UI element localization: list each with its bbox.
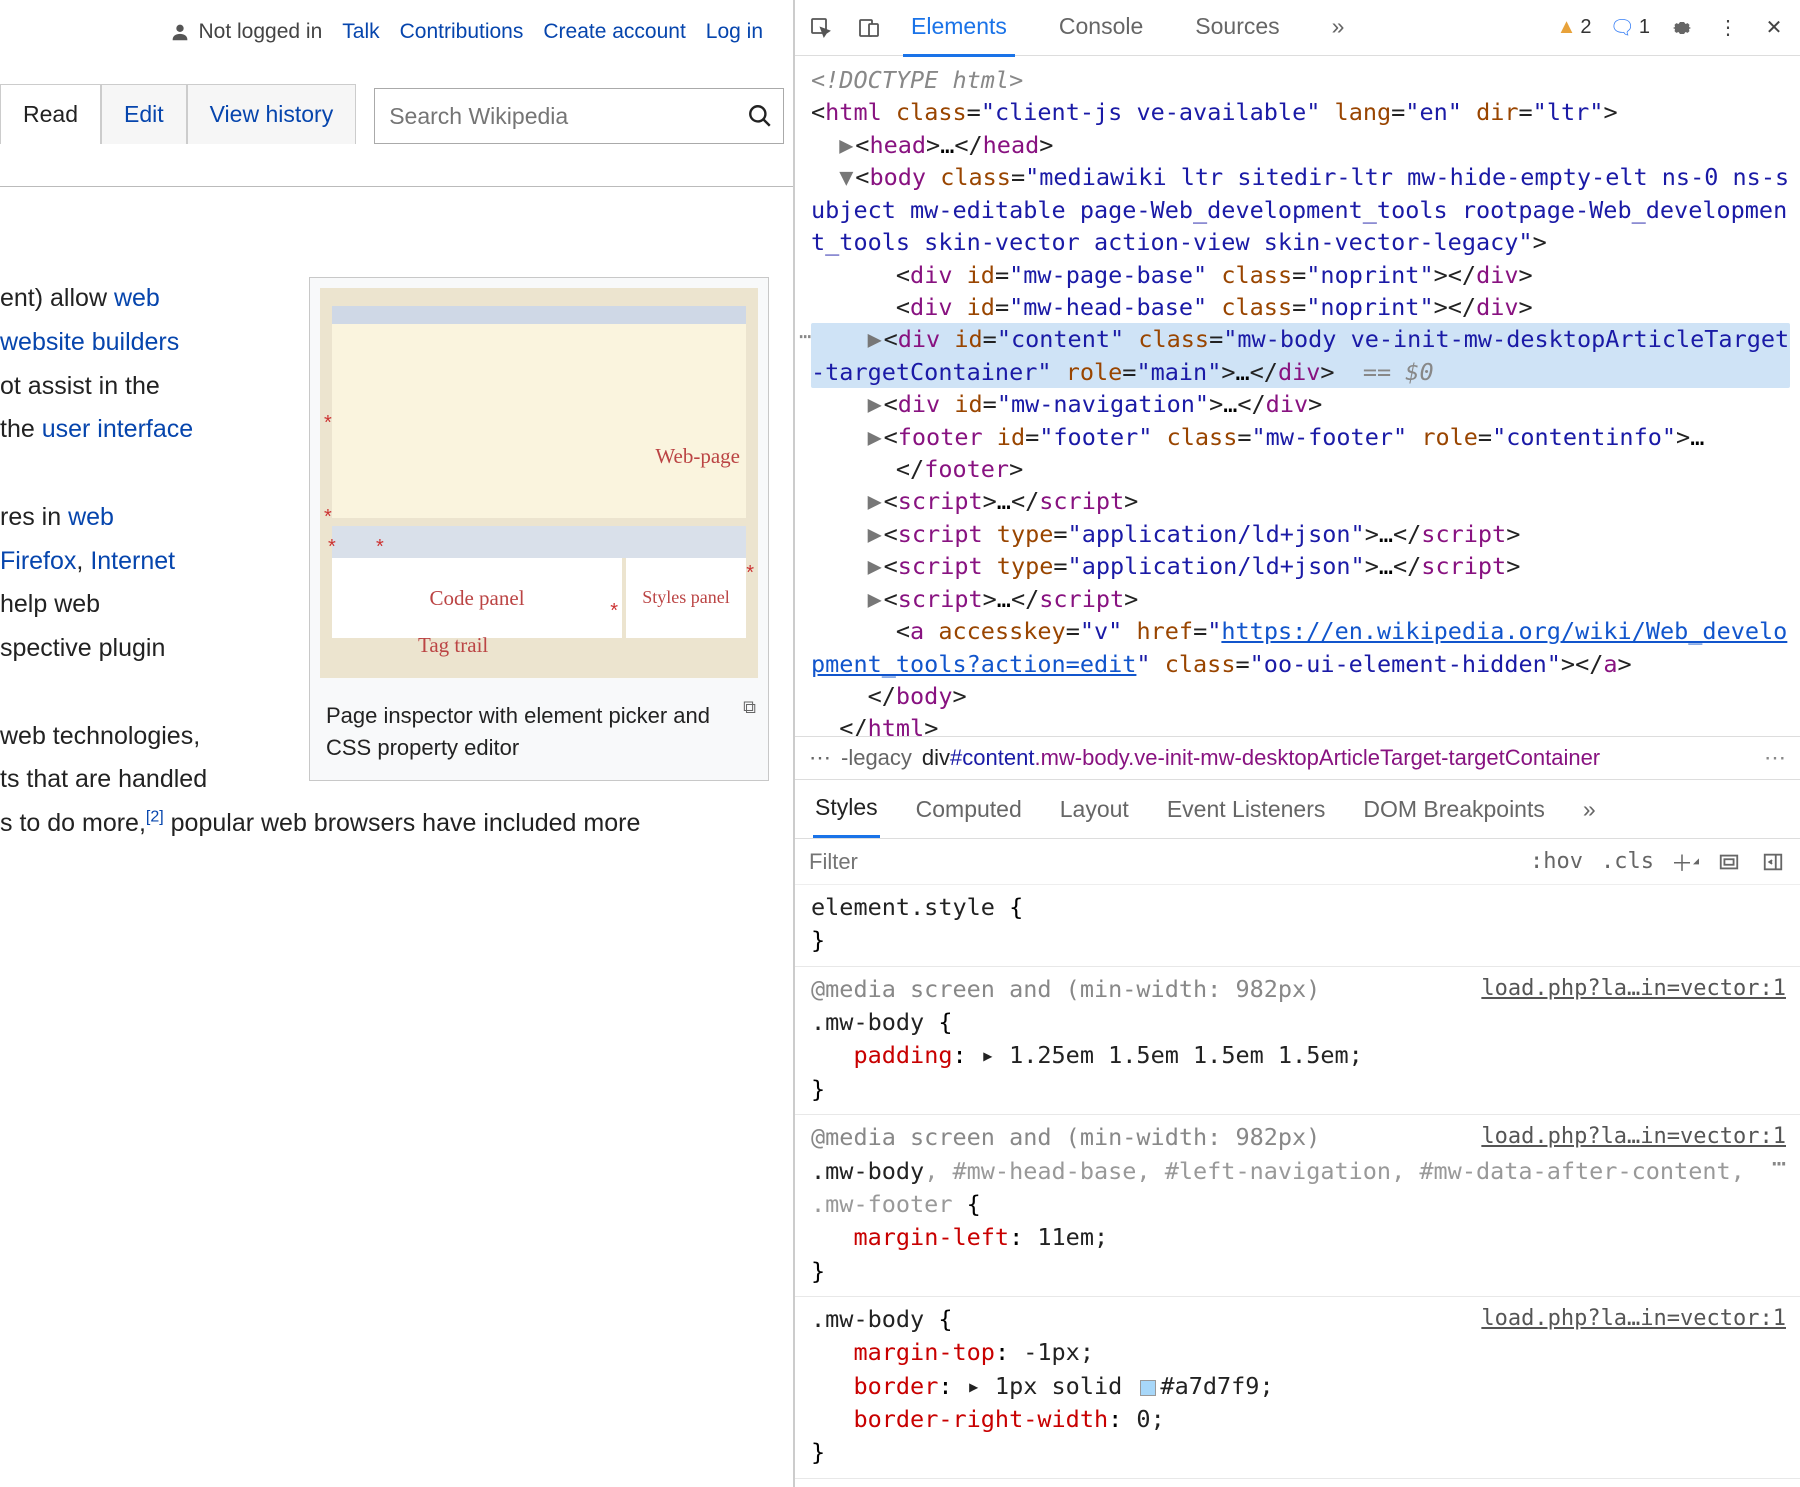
color-swatch[interactable] xyxy=(1140,1380,1156,1396)
create-account-link[interactable]: Create account xyxy=(543,20,685,44)
issues-badge[interactable]: 🗨1 xyxy=(1609,15,1650,40)
breadcrumb[interactable]: ⋯ -legacy div#content.mw-body.ve-init-mw… xyxy=(795,736,1800,780)
fig-label-webpage: Web-page xyxy=(655,438,740,475)
styles-tabs-overflow-icon[interactable]: » xyxy=(1581,782,1598,837)
tab-sources[interactable]: Sources xyxy=(1187,0,1287,57)
rule-more-icon[interactable]: ⋯ xyxy=(1772,1147,1786,1180)
crumbs-more-icon[interactable]: ⋯ xyxy=(1764,745,1786,771)
fig-label-code: Code panel xyxy=(429,580,524,617)
device-icon[interactable] xyxy=(855,14,883,42)
not-logged-in: Not logged in xyxy=(169,20,323,44)
crumbs-overflow-icon[interactable]: ⋯ xyxy=(809,745,831,771)
citation-ref[interactable]: [2] xyxy=(146,809,164,826)
tab-read[interactable]: Read xyxy=(0,84,101,144)
close-icon[interactable]: ✕ xyxy=(1760,14,1788,42)
contributions-link[interactable]: Contributions xyxy=(400,20,524,44)
menu-icon[interactable]: ⋮ xyxy=(1714,14,1742,42)
settings-icon[interactable] xyxy=(1668,14,1696,42)
selected-dom-node[interactable]: ⋯ ▶<div id="content" class="mw-body ve-i… xyxy=(811,323,1790,388)
talk-link[interactable]: Talk xyxy=(342,20,379,44)
devtools-toolbar: Elements Console Sources » ▲2 🗨1 ⋮ ✕ xyxy=(795,0,1800,56)
hov-toggle[interactable]: :hov xyxy=(1530,849,1583,874)
source-link[interactable]: load.php?la…in=vector:1 xyxy=(1481,973,1786,1004)
tabs-overflow-icon[interactable]: » xyxy=(1324,0,1353,57)
user-icon xyxy=(169,21,191,43)
devtools-tabs: Elements Console Sources » xyxy=(903,0,1537,57)
styles-filter-row: :hov .cls ＋◢ xyxy=(795,839,1800,885)
link-internet[interactable]: Internet xyxy=(90,547,175,575)
dom-tree[interactable]: <!DOCTYPE html> <html class="client-js v… xyxy=(795,56,1800,736)
computed-toggle-icon[interactable] xyxy=(1716,849,1742,875)
more-actions-icon[interactable]: ⋯ xyxy=(799,323,811,351)
css-rules[interactable]: element.style {}load.php?la…in=vector:1@… xyxy=(795,885,1800,1487)
thumbnail-caption: ⧉ Page inspector with element picker and… xyxy=(310,688,768,780)
cls-toggle[interactable]: .cls xyxy=(1601,849,1654,874)
link-user-interface[interactable]: user interface xyxy=(42,415,193,443)
tab-elements[interactable]: Elements xyxy=(903,0,1015,57)
new-rule-icon[interactable]: ＋◢ xyxy=(1672,849,1698,875)
expand-icon[interactable]: ⧉ xyxy=(743,694,756,720)
wikipedia-page: Not logged in Talk Contributions Create … xyxy=(0,0,795,1487)
thumbnail-image[interactable]: Web-page Code panel Styles panel Tag tra… xyxy=(320,288,758,678)
tab-event-listeners[interactable]: Event Listeners xyxy=(1165,782,1328,837)
not-logged-label: Not logged in xyxy=(199,20,323,44)
inspect-icon[interactable] xyxy=(807,14,835,42)
tab-edit[interactable]: Edit xyxy=(101,84,187,144)
link-firefox[interactable]: Firefox xyxy=(0,547,76,575)
search-icon[interactable] xyxy=(737,93,783,139)
fig-label-styles: Styles panel xyxy=(642,582,730,614)
article-body: Web-page Code panel Styles panel Tag tra… xyxy=(0,187,793,846)
tab-layout[interactable]: Layout xyxy=(1058,782,1131,837)
styles-filter-input[interactable] xyxy=(795,849,1516,875)
source-link[interactable]: load.php?la…in=vector:1 xyxy=(1481,1121,1786,1152)
source-link[interactable]: load.php?la…in=vector:1 xyxy=(1481,1303,1786,1334)
tab-history[interactable]: View history xyxy=(187,84,357,144)
devtools-panel: Elements Console Sources » ▲2 🗨1 ⋮ ✕ <!D… xyxy=(795,0,1800,1487)
tab-console[interactable]: Console xyxy=(1051,0,1151,57)
login-link[interactable]: Log in xyxy=(706,20,763,44)
link-web[interactable]: web xyxy=(114,284,160,312)
sidebar-toggle-icon[interactable] xyxy=(1760,849,1786,875)
warnings-badge[interactable]: ▲2 xyxy=(1557,16,1592,39)
search-input[interactable] xyxy=(375,103,737,130)
search-box xyxy=(374,88,784,144)
personal-tools: Not logged in Talk Contributions Create … xyxy=(0,0,793,54)
tab-dom-breakpoints[interactable]: DOM Breakpoints xyxy=(1361,782,1547,837)
link-web2[interactable]: web xyxy=(68,503,114,531)
tab-styles[interactable]: Styles xyxy=(813,780,880,838)
fig-label-tag: Tag trail xyxy=(418,627,488,664)
page-tabs: Read Edit View history xyxy=(0,54,793,144)
link-website-builders[interactable]: website builders xyxy=(0,328,179,356)
thumbnail-figure: Web-page Code panel Styles panel Tag tra… xyxy=(309,277,769,781)
tab-computed[interactable]: Computed xyxy=(914,782,1024,837)
styles-tabs: Styles Computed Layout Event Listeners D… xyxy=(795,780,1800,839)
